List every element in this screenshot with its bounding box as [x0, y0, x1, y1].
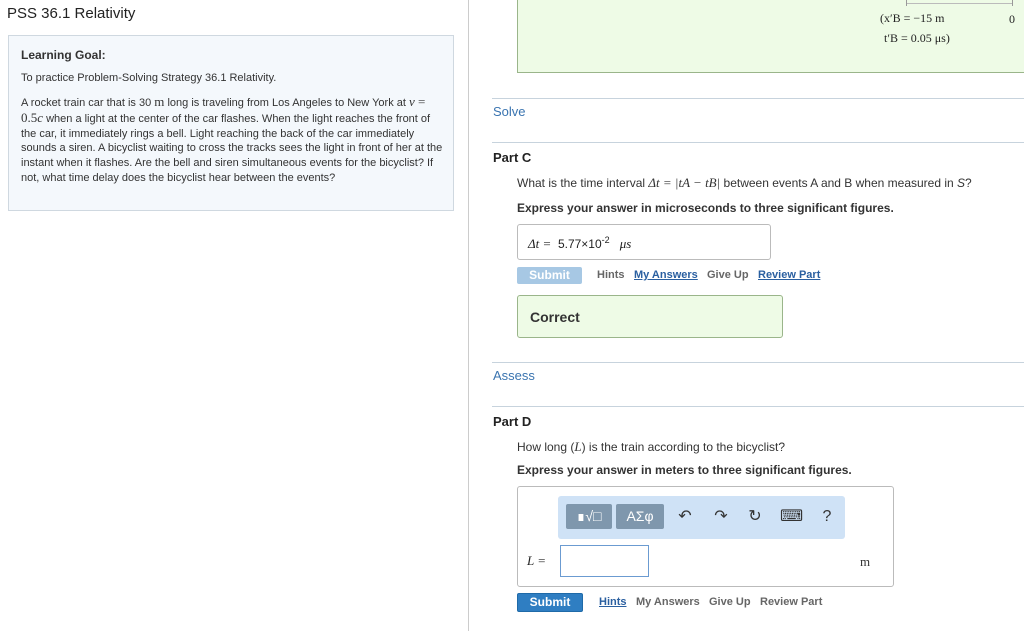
goal-text-part: when a light at the center of the car fl…	[21, 112, 443, 184]
part-d-answer-label: L =	[527, 553, 546, 569]
feedback-correct-text: Correct	[530, 309, 580, 325]
part-d-submit-button[interactable]: Submit	[517, 593, 583, 612]
question-text: ?	[965, 176, 972, 190]
section-divider	[492, 142, 1024, 143]
section-divider	[492, 98, 1024, 99]
question-text: between events A and B when measured in	[720, 176, 958, 190]
templates-button[interactable]: ∎√□	[566, 504, 612, 529]
section-divider	[492, 362, 1024, 363]
keyboard-icon[interactable]: ⌨	[780, 506, 803, 528]
goal-unit: m	[154, 94, 165, 109]
part-c-review-part-link[interactable]: Review Part	[758, 269, 820, 281]
part-c-title: Part C	[493, 150, 532, 165]
question-frame: S	[957, 176, 966, 190]
answer-value: 5.77×10	[557, 237, 602, 251]
learning-goal-text: A rocket train car that is 30 m long is …	[21, 94, 446, 186]
pane-divider	[468, 0, 469, 631]
part-c-submit-button[interactable]: Submit	[517, 267, 582, 284]
part-d-hints-link[interactable]: Hints	[599, 596, 627, 608]
question-var-l: L	[574, 439, 582, 454]
answer-unit: μs	[619, 236, 632, 251]
help-icon[interactable]: ?	[816, 506, 838, 528]
axis-zero-label: 0	[1009, 12, 1015, 26]
answer-exponent: -2	[601, 235, 610, 245]
question-math: Δt = |tA − tB|	[648, 175, 721, 190]
axis-tick	[906, 0, 907, 6]
greek-symbols-button[interactable]: ΑΣφ	[616, 504, 664, 529]
question-text: How long (	[517, 440, 575, 454]
part-c-my-answers-link[interactable]: My Answers	[634, 269, 698, 281]
reset-icon[interactable]: ↻	[744, 506, 766, 528]
part-c-instruction: Express your answer in microseconds to t…	[517, 201, 894, 215]
part-c-hints-button[interactable]: Hints	[597, 269, 625, 281]
goal-text-part: long is traveling from Los Angeles to Ne…	[164, 97, 409, 109]
question-text: ) is the train according to the bicyclis…	[581, 440, 786, 454]
part-d-title: Part D	[493, 414, 532, 429]
event-b-time: t′B = 0.05 μs)	[884, 31, 950, 45]
answer-label: Δt =	[528, 236, 552, 251]
learning-goal-intro: To practice Problem-Solving Strategy 36.…	[21, 72, 277, 84]
redo-icon[interactable]: ↷	[710, 506, 732, 528]
assess-section-toggle[interactable]: Assess	[493, 368, 535, 383]
part-d-question: How long (L) is the train according to t…	[517, 439, 785, 455]
goal-text-part: A rocket train car that is 30	[21, 97, 155, 109]
math-toolbar: ∎√□ ΑΣφ ↶ ↷ ↻ ⌨ ?	[558, 496, 845, 539]
part-d-answer-input[interactable]	[560, 545, 649, 577]
part-d-give-up-button[interactable]: Give Up	[709, 596, 751, 608]
answer-label-text: L =	[527, 553, 547, 568]
question-text: What is the time interval	[517, 176, 649, 190]
page-title: PSS 36.1 Relativity	[7, 5, 136, 22]
axis-tick	[1012, 0, 1013, 6]
part-c-give-up-button[interactable]: Give Up	[707, 269, 749, 281]
part-d-my-answers-button[interactable]: My Answers	[636, 596, 700, 608]
part-d-review-part-button[interactable]: Review Part	[760, 596, 822, 608]
event-b-position: (x′B = −15 m	[880, 11, 945, 25]
section-divider	[492, 406, 1024, 407]
axis-line	[906, 3, 1012, 4]
learning-goal-box: Learning Goal: To practice Problem-Solvi…	[8, 35, 454, 211]
solve-section-toggle[interactable]: Solve	[493, 104, 526, 119]
part-c-question: What is the time interval Δt = |tA − tB|…	[517, 175, 972, 191]
part-c-answer: Δt = 5.77×10-2 μs	[528, 235, 631, 252]
part-d-unit: m	[860, 554, 871, 569]
learning-goal-heading: Learning Goal:	[21, 48, 106, 62]
part-d-instruction: Express your answer in meters to three s…	[517, 463, 852, 477]
undo-icon[interactable]: ↶	[674, 506, 696, 528]
part-c-feedback: Correct	[517, 295, 783, 338]
